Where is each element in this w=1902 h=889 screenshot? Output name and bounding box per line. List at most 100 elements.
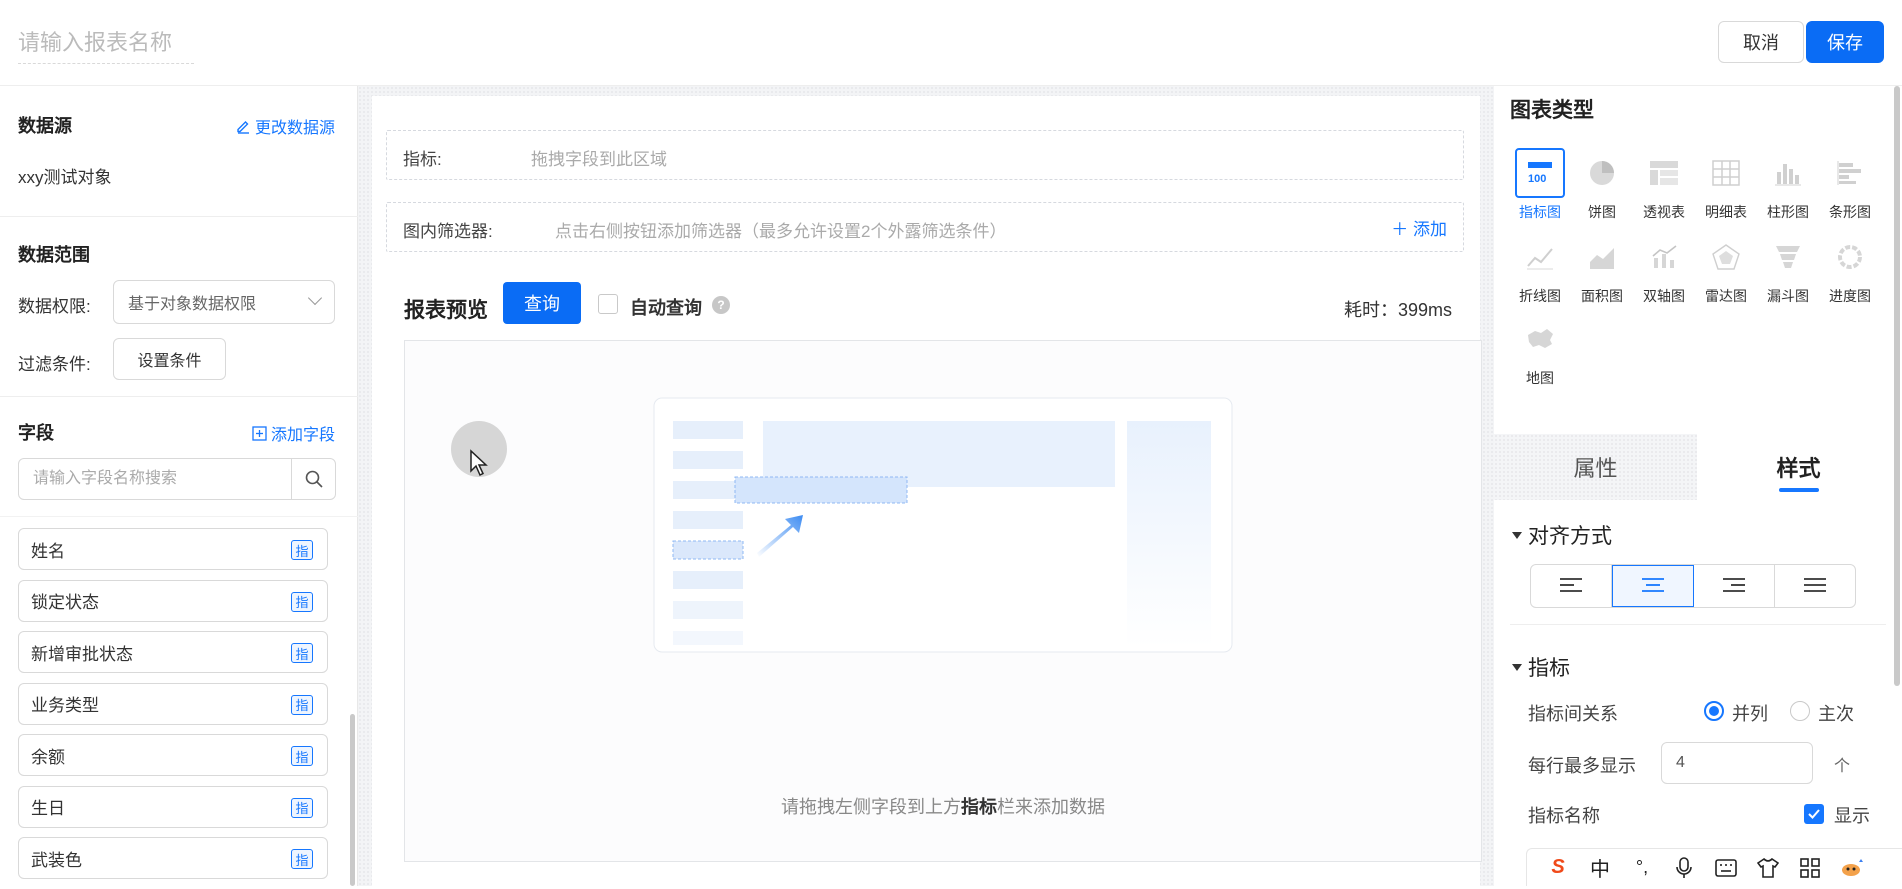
skin-shirt-icon[interactable] (1747, 857, 1789, 878)
set-condition-button[interactable]: 设置条件 (113, 338, 226, 380)
chart-type-map[interactable]: 地图 (1510, 314, 1570, 388)
auto-query-checkbox[interactable] (598, 294, 618, 314)
metric-badge: 指 (291, 746, 313, 766)
align-section-title: 对齐方式 (1528, 525, 1612, 548)
indicator-chart-icon: 100 (1515, 148, 1565, 198)
align-section-header[interactable]: 对齐方式 (1512, 520, 1612, 550)
chart-type-pivot[interactable]: 透视表 (1634, 148, 1694, 222)
field-name: 武装色 (31, 850, 82, 870)
pie-chart-icon (1577, 148, 1627, 198)
metric-section-header[interactable]: 指标 (1512, 652, 1570, 682)
chart-type-progress[interactable]: 进度图 (1820, 232, 1880, 306)
align-left-button[interactable] (1531, 565, 1612, 607)
field-name: 新增审批状态 (31, 644, 133, 664)
field-item[interactable]: 新增审批状态 指 (18, 631, 328, 673)
field-item[interactable]: 锁定状态 指 (18, 579, 328, 622)
add-field-link[interactable]: 添加字段 (252, 421, 335, 445)
field-name: 锁定状态 (31, 593, 99, 612)
panel-tabs: 属性 样式 (1494, 434, 1900, 500)
chart-type-label: 折线图 (1519, 288, 1561, 304)
ime-mode-toggle[interactable]: 中 (1579, 853, 1621, 882)
help-icon[interactable]: ? (712, 296, 730, 314)
chart-type-funnel[interactable]: 漏斗图 (1758, 232, 1818, 306)
permission-value: 基于对象数据权限 (128, 296, 257, 313)
metric-badge: 指 (291, 797, 313, 818)
save-button[interactable]: 保存 (1806, 21, 1884, 63)
relation-parallel-radio[interactable] (1704, 701, 1724, 721)
left-panel: 数据源 更改数据源 xxy测试对象 数据范围 数据权限: 基于对象数据权限 过滤… (0, 86, 358, 886)
chart-type-label: 条形图 (1829, 204, 1871, 220)
query-button[interactable]: 查询 (503, 282, 581, 324)
field-item[interactable]: 武装色 指 (18, 837, 328, 879)
chart-type-column[interactable]: 柱形图 (1758, 148, 1818, 222)
align-center-button[interactable] (1612, 565, 1694, 607)
report-name-input[interactable] (18, 22, 194, 64)
cancel-button[interactable]: 取消 (1718, 21, 1804, 63)
auto-query-label: 自动查询 (630, 298, 702, 318)
punctuation-toggle[interactable]: °, (1621, 857, 1663, 878)
align-right-button[interactable] (1694, 565, 1775, 607)
keyboard-icon[interactable] (1705, 858, 1747, 877)
field-item[interactable]: 生日 指 (18, 785, 328, 828)
chart-type-area[interactable]: 面积图 (1572, 232, 1632, 306)
add-filter-link[interactable]: ＋ 添加 (1391, 215, 1447, 240)
permission-select[interactable]: 基于对象数据权限 (113, 280, 335, 324)
relation-primary-radio[interactable] (1790, 701, 1810, 721)
tab-attributes[interactable]: 属性 (1494, 434, 1697, 500)
search-button[interactable] (291, 459, 335, 499)
preview-title: 报表预览 (404, 299, 488, 322)
mascot-icon[interactable] (1831, 858, 1873, 878)
chart-type-bar[interactable]: 条形图 (1820, 148, 1880, 222)
chart-type-label: 透视表 (1643, 204, 1685, 220)
metric-name-show-checkbox[interactable] (1804, 804, 1824, 824)
field-item[interactable]: 余额 指 (18, 734, 328, 776)
field-search-input[interactable] (19, 459, 291, 499)
metric-drop-zone[interactable]: 指标: 拖拽字段到此区域 (386, 130, 1464, 180)
empty-hint-post: 栏来添加数据 (997, 797, 1105, 817)
chart-type-radar[interactable]: 雷达图 (1696, 232, 1756, 306)
chart-type-label: 地图 (1526, 370, 1554, 386)
center-area: 指标: 拖拽字段到此区域 图内筛选器: 点击右侧按钮添加筛选器（最多允许设置2个… (358, 86, 1494, 886)
chart-type-detail[interactable]: 明细表 (1696, 148, 1756, 222)
chart-type-label: 指标图 (1519, 204, 1561, 220)
chart-type-pie[interactable]: 饼图 (1572, 148, 1632, 222)
align-left-icon (1560, 578, 1582, 592)
divider (0, 516, 358, 517)
chart-type-line[interactable]: 折线图 (1510, 232, 1570, 306)
fields-title: 字段 (18, 423, 54, 443)
datasource-name: xxy测试对象 (18, 168, 112, 187)
field-item[interactable]: 姓名 指 (18, 528, 328, 570)
chart-type-title: 图表类型 (1510, 99, 1594, 122)
metric-badge: 指 (291, 591, 313, 612)
right-scrollbar[interactable] (1894, 86, 1900, 686)
chart-type-dual-axis[interactable]: 双轴图 (1634, 232, 1694, 306)
sogou-logo-icon[interactable]: S (1537, 856, 1579, 879)
chart-type-indicator[interactable]: 100 指标图 (1510, 148, 1570, 222)
empty-state-hint: 请拖拽左侧字段到上方指标栏来添加数据 (405, 793, 1481, 819)
column-chart-icon (1763, 148, 1813, 198)
align-justify-button[interactable] (1775, 565, 1855, 607)
field-name: 业务类型 (31, 696, 99, 715)
per-row-value: 4 (1676, 754, 1685, 771)
align-justify-icon (1804, 578, 1826, 592)
divider (1510, 624, 1886, 625)
add-filter-label: 添加 (1413, 220, 1447, 239)
change-datasource-link[interactable]: 更改数据源 (235, 114, 335, 138)
preview-area: 请拖拽左侧字段到上方指标栏来添加数据 (404, 340, 1482, 862)
empty-hint-bold: 指标 (961, 797, 997, 817)
field-item[interactable]: 业务类型 指 (18, 682, 328, 725)
caret-down-icon (1512, 663, 1522, 671)
field-search (18, 458, 336, 500)
line-chart-icon (1515, 232, 1565, 282)
pivot-table-icon (1639, 148, 1689, 198)
report-canvas: 指标: 拖拽字段到此区域 图内筛选器: 点击右侧按钮添加筛选器（最多允许设置2个… (372, 96, 1482, 886)
filter-drop-zone: 图内筛选器: 点击右侧按钮添加筛选器（最多允许设置2个外露筛选条件） ＋ 添加 (386, 202, 1464, 252)
microphone-icon[interactable] (1663, 856, 1705, 879)
apps-grid-icon[interactable] (1789, 857, 1831, 878)
align-button-group (1530, 564, 1856, 608)
left-scrollbar[interactable] (350, 714, 355, 886)
chart-type-label: 进度图 (1829, 288, 1871, 304)
tab-style[interactable]: 样式 (1697, 434, 1900, 500)
per-row-input[interactable]: 4 (1661, 742, 1813, 784)
funnel-chart-icon (1763, 232, 1813, 282)
